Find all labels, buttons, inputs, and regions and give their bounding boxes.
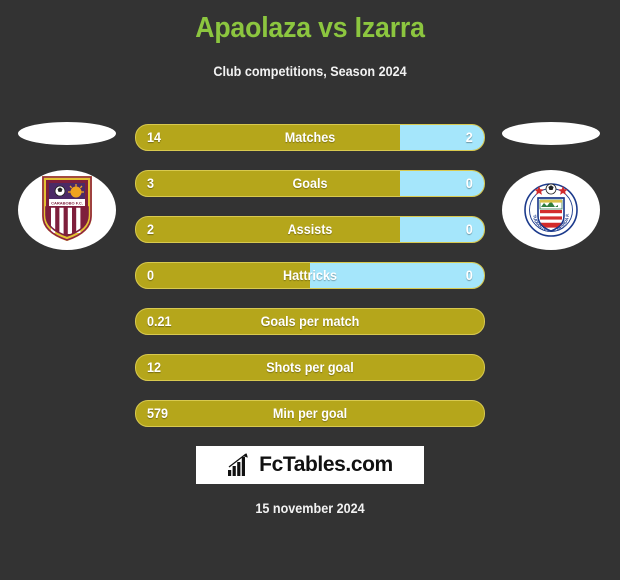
stat-label: Hattricks — [283, 267, 337, 283]
stat-label: Shots per goal — [266, 359, 354, 375]
stat-label: Min per goal — [272, 405, 348, 421]
away-value: 0 — [465, 175, 473, 191]
stat-row-hattricks: 0 Hattricks 0 — [135, 262, 485, 289]
fctables-logo[interactable]: FcTables.com — [196, 446, 424, 484]
away-team-badge: ESTUDIANTES DE MERIDA F.C. — [502, 122, 602, 252]
stat-label: Assists — [287, 221, 333, 237]
stat-row-matches: 14 Matches 2 — [135, 124, 485, 151]
stat-row-shots-per-goal: 12 Shots per goal — [135, 354, 485, 381]
stat-label: Matches — [284, 129, 336, 145]
stats-list: 14 Matches 2 3 Goals 0 2 Assists 0 0 Hat… — [135, 124, 485, 446]
svg-text:CARABOBO F.C.: CARABOBO F.C. — [51, 200, 83, 205]
stat-row-assists: 2 Assists 0 — [135, 216, 485, 243]
stat-row-min-per-goal: 579 Min per goal — [135, 400, 485, 427]
page-title: Apaolaza vs Izarra — [195, 12, 425, 44]
stat-row-goals: 3 Goals 0 — [135, 170, 485, 197]
home-team-badge: CARABOBO F.C. — [18, 122, 118, 252]
home-badge-top-ellipse — [18, 122, 116, 145]
report-date: 15 november 2024 — [255, 500, 365, 516]
estudiantes-de-merida-fc-crest-icon: ESTUDIANTES DE MERIDA F.C. — [524, 174, 578, 237]
away-value: 0 — [465, 221, 473, 237]
away-value: 0 — [465, 267, 473, 283]
away-value: 2 — [465, 129, 473, 145]
away-badge-top-ellipse — [502, 122, 600, 145]
stats-comparison-page: Apaolaza vs Izarra Club competitions, Se… — [0, 0, 620, 580]
carabobo-fc-crest-icon: CARABOBO F.C. — [42, 176, 92, 242]
stat-label: Goals — [292, 175, 328, 191]
stat-row-goals-per-match: 0.21 Goals per match — [135, 308, 485, 335]
stat-label: Goals per match — [260, 313, 360, 329]
bar-chart-growth-icon — [228, 453, 248, 476]
page-subtitle: Club competitions, Season 2024 — [213, 63, 407, 79]
brand-name: FcTables.com — [259, 453, 393, 476]
